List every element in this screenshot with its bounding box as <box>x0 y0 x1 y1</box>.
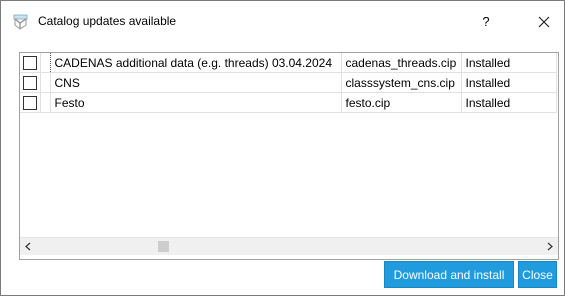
close-button[interactable]: Close <box>518 261 557 288</box>
close-icon[interactable] <box>531 9 557 35</box>
title-bar: Catalog updates available ? <box>1 1 564 41</box>
catalog-status-cell: Installed <box>461 53 557 73</box>
row-checkbox[interactable] <box>22 95 37 110</box>
row-checkbox-cell <box>20 72 41 93</box>
catalog-updates-dialog: Catalog updates available ? CADENAS addi… <box>0 0 565 296</box>
row-checkbox-cell <box>20 53 41 73</box>
row-indicator-cell <box>40 53 51 73</box>
help-button[interactable]: ? <box>473 9 499 35</box>
row-checkbox[interactable] <box>22 55 37 70</box>
table-row[interactable]: Festo festo.cip Installed <box>20 92 557 113</box>
catalog-box-icon <box>13 14 28 30</box>
catalog-name-cell: CADENAS additional data (e.g. threads) 0… <box>50 53 342 73</box>
catalog-file-cell: festo.cip <box>341 92 462 113</box>
horizontal-scrollbar[interactable] <box>20 237 558 255</box>
scroll-left-icon[interactable] <box>20 238 37 255</box>
row-indicator-cell <box>40 92 51 113</box>
catalog-table: CADENAS additional data (e.g. threads) 0… <box>19 52 559 260</box>
row-indicator-cell <box>40 72 51 93</box>
row-checkbox-cell <box>20 92 41 113</box>
catalog-status-cell: Installed <box>461 92 557 113</box>
table-row[interactable]: CNS classsystem_cns.cip Installed <box>20 72 557 93</box>
catalog-file-cell: cadenas_threads.cip <box>341 53 462 73</box>
catalog-name-cell: Festo <box>50 92 342 113</box>
download-install-button[interactable]: Download and install <box>384 261 514 288</box>
scroll-thumb[interactable] <box>158 241 169 252</box>
scroll-right-icon[interactable] <box>541 238 558 255</box>
catalog-grid: CADENAS additional data (e.g. threads) 0… <box>20 53 557 113</box>
catalog-name-cell: CNS <box>50 72 342 93</box>
table-row[interactable]: CADENAS additional data (e.g. threads) 0… <box>20 53 557 73</box>
dialog-title: Catalog updates available <box>38 14 177 28</box>
catalog-file-cell: classsystem_cns.cip <box>341 72 462 93</box>
row-checkbox[interactable] <box>22 75 37 90</box>
catalog-status-cell: Installed <box>461 72 557 93</box>
